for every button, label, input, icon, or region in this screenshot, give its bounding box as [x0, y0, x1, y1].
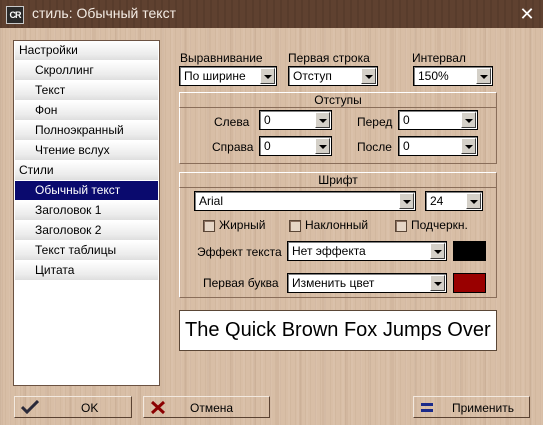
indent-after-value: 0	[403, 139, 410, 153]
bold-label: Жирный	[219, 218, 266, 232]
text-effect-color-swatch[interactable]	[453, 241, 486, 261]
indent-right-select[interactable]: 0	[259, 136, 332, 156]
text-effect-value: Нет эффекта	[292, 244, 366, 258]
chevron-down-icon[interactable]	[315, 112, 330, 128]
first-line-value: Отступ	[293, 69, 332, 83]
underline-checkbox[interactable]	[395, 220, 407, 232]
preview-text: The Quick Brown Fox Jumps Over the Lazy …	[185, 319, 496, 341]
italic-label: Наклонный	[305, 218, 369, 232]
font-family-select[interactable]: Arial	[194, 191, 416, 211]
indent-left-label: Слева	[214, 115, 250, 129]
align-value: По ширине	[184, 69, 246, 83]
list-item-scrolling[interactable]: Скроллинг	[15, 61, 158, 80]
bold-checkbox[interactable]	[203, 220, 215, 232]
checkmark-icon	[21, 400, 39, 414]
italic-checkbox[interactable]	[289, 220, 301, 232]
first-line-select[interactable]: Отступ	[288, 66, 378, 86]
equals-icon	[421, 403, 433, 412]
indent-before-label: Перед	[357, 115, 393, 129]
title-bar: CR стиль: Обычный текст ✕	[0, 0, 543, 28]
settings-list: Настройки Скроллинг Текст Фон Полноэкран…	[13, 40, 160, 386]
chevron-down-icon[interactable]	[461, 112, 476, 128]
first-letter-label: Первая буква	[203, 276, 279, 290]
font-family-value: Arial	[199, 194, 224, 208]
list-item-quote[interactable]: Цитата	[15, 261, 158, 280]
indent-left-select[interactable]: 0	[259, 110, 332, 130]
cancel-label: Отмена	[190, 401, 234, 415]
indents-header: Отступы	[179, 92, 497, 108]
indent-before-value: 0	[403, 113, 410, 127]
align-label: Выравнивание	[180, 51, 263, 65]
font-header: Шрифт	[179, 172, 497, 188]
list-item-normal-text[interactable]: Обычный текст	[15, 181, 158, 200]
text-effect-select[interactable]: Нет эффекта	[287, 241, 447, 261]
font-size-value: 24	[430, 194, 444, 208]
app-icon: CR	[6, 6, 24, 24]
interval-label: Интервал	[412, 51, 466, 65]
style-preview: The Quick Brown Fox Jumps Over the Lazy …	[179, 310, 497, 351]
chevron-down-icon[interactable]	[361, 68, 376, 84]
first-line-label: Первая строка	[288, 51, 370, 65]
first-letter-value: Изменить цвет	[292, 276, 375, 290]
cancel-button[interactable]: Отмена	[143, 396, 270, 418]
list-item-heading-2[interactable]: Заголовок 2	[15, 221, 158, 240]
align-select[interactable]: По ширине	[179, 66, 277, 86]
indent-right-value: 0	[264, 139, 271, 153]
list-section-settings[interactable]: Настройки	[15, 41, 158, 60]
list-section-styles[interactable]: Стили	[15, 161, 158, 180]
list-item-read-aloud[interactable]: Чтение вслух	[15, 141, 158, 160]
chevron-down-icon[interactable]	[399, 193, 414, 209]
indent-after-select[interactable]: 0	[398, 136, 478, 156]
apply-button[interactable]: Применить	[413, 396, 530, 418]
ok-label: OK	[81, 401, 99, 415]
ok-button[interactable]: OK	[14, 396, 132, 418]
list-item-heading-1[interactable]: Заголовок 1	[15, 201, 158, 220]
chevron-down-icon[interactable]	[430, 275, 445, 291]
indent-after-label: После	[357, 140, 392, 154]
apply-label: Применить	[452, 401, 515, 415]
list-item-text[interactable]: Текст	[15, 81, 158, 100]
window-title: стиль: Обычный текст	[32, 5, 176, 21]
indent-before-select[interactable]: 0	[398, 110, 478, 130]
interval-value: 150%	[418, 69, 449, 83]
indent-left-value: 0	[264, 113, 271, 127]
interval-select[interactable]: 150%	[413, 66, 493, 86]
first-letter-color-swatch[interactable]	[453, 273, 486, 293]
close-icon: ✕	[519, 4, 535, 24]
list-item-fullscreen[interactable]: Полноэкранный	[15, 121, 158, 140]
first-letter-select[interactable]: Изменить цвет	[287, 273, 447, 293]
chevron-down-icon[interactable]	[476, 68, 491, 84]
list-item-table-text[interactable]: Текст таблицы	[15, 241, 158, 260]
text-effect-label: Эффект текста	[197, 245, 282, 259]
underline-label: Подчеркн.	[411, 218, 468, 232]
chevron-down-icon[interactable]	[430, 243, 445, 259]
font-size-select[interactable]: 24	[425, 191, 483, 211]
list-item-background[interactable]: Фон	[15, 101, 158, 120]
chevron-down-icon[interactable]	[315, 138, 330, 154]
close-button[interactable]: ✕	[517, 4, 537, 24]
cross-icon	[150, 400, 166, 415]
indent-right-label: Справа	[212, 140, 254, 154]
chevron-down-icon[interactable]	[260, 68, 275, 84]
chevron-down-icon[interactable]	[461, 138, 476, 154]
chevron-down-icon[interactable]	[466, 193, 481, 209]
